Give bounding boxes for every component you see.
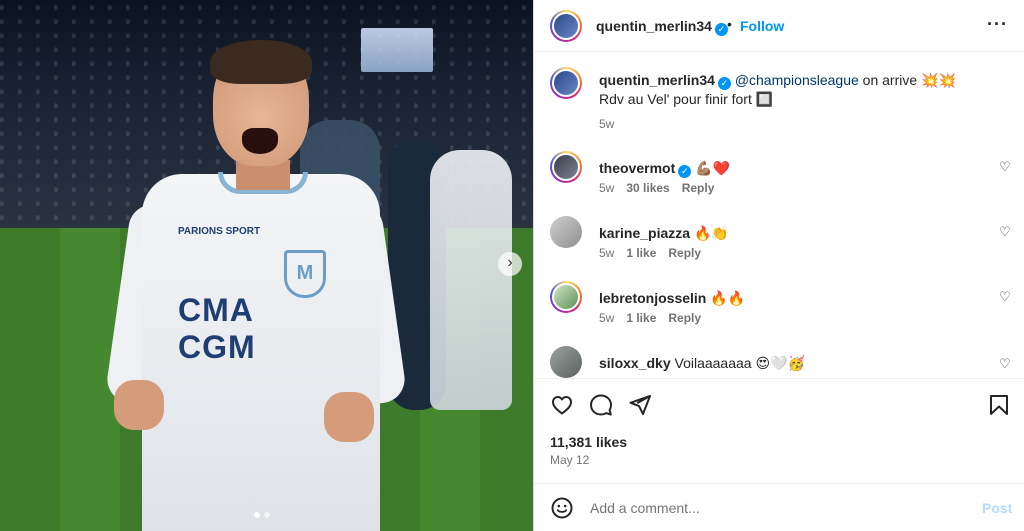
comment-meta: 5w 1 like Reply [599, 246, 702, 260]
post-sidebar: quentin_merlin34 ✓ • Follow ··· quentin_m… [533, 0, 1024, 531]
comment-item: theovermot ✓ 💪🏽❤️ 5w 30 likes Reply ♡ [550, 151, 1011, 207]
mention-link[interactable]: @championsleague [735, 72, 859, 88]
verified-icon: ✓ [714, 23, 728, 36]
caption-time[interactable]: 5w [599, 117, 614, 131]
carousel-dots [254, 512, 270, 518]
comment-icon[interactable] [589, 393, 613, 417]
commenter-avatar[interactable] [550, 281, 582, 313]
author-username[interactable]: quentin_merlin34 ✓ [596, 18, 728, 36]
left-fist [114, 380, 164, 430]
comment-text: lebretonjosselin 🔥🔥 [599, 290, 746, 306]
post-photo[interactable]: PARIONS SPORT M CMA CGM › [0, 0, 533, 531]
author-avatar[interactable] [550, 10, 582, 42]
comment-item: siloxx_dky Voilaaaaaaa 😍🤍🥳 ♡ [550, 346, 1011, 378]
carousel-dot [254, 512, 260, 518]
post-date[interactable]: May 12 [550, 453, 589, 467]
separator-dot: • [727, 16, 732, 32]
follow-button[interactable]: Follow [740, 18, 784, 34]
jersey-sponsor-small: PARIONS SPORT [178, 226, 261, 237]
commenter-avatar[interactable] [550, 346, 582, 378]
background-player [430, 150, 512, 410]
author-avatar[interactable] [550, 67, 582, 99]
reply-button[interactable]: Reply [668, 311, 701, 325]
jersey-sponsor: CMA CGM [178, 292, 256, 365]
main-player: PARIONS SPORT M CMA CGM [104, 40, 408, 531]
player-hair [210, 40, 312, 84]
verified-icon: ✓ [717, 77, 731, 90]
commenter-avatar[interactable] [550, 151, 582, 183]
comment-composer: Post [534, 483, 1024, 531]
comment-meta: 5w 1 like Reply [599, 311, 702, 325]
reply-button[interactable]: Reply [682, 181, 715, 195]
heart-icon[interactable]: ♡ [999, 159, 1011, 175]
emoji-icon[interactable] [550, 496, 574, 520]
heart-icon[interactable]: ♡ [999, 224, 1011, 240]
verified-icon: ✓ [678, 165, 692, 178]
commenter-avatar[interactable] [550, 216, 582, 248]
post-button[interactable]: Post [982, 500, 1012, 516]
heart-icon[interactable] [550, 393, 574, 417]
more-icon[interactable]: ··· [987, 14, 1008, 35]
player-mouth [242, 128, 278, 154]
heart-icon[interactable]: ♡ [999, 356, 1011, 372]
action-bar [534, 378, 1024, 430]
caption-meta: 5w [599, 117, 614, 131]
caption-entry: quentin_merlin34 ✓ @championsleague on ar… [550, 67, 1010, 137]
post-header: quentin_merlin34 ✓ • Follow ··· [534, 0, 1024, 52]
caption-text: quentin_merlin34 ✓ @championsleague on ar… [599, 72, 956, 107]
club-crest: M [284, 250, 326, 298]
bookmark-icon[interactable] [987, 393, 1011, 417]
comment-item: lebretonjosselin 🔥🔥 5w 1 like Reply ♡ [550, 281, 1011, 337]
likes-count[interactable]: 11,381 likes [550, 434, 627, 450]
comment-meta: 5w 30 likes Reply [599, 181, 715, 195]
comment-input[interactable] [590, 500, 950, 516]
share-icon[interactable] [628, 393, 652, 417]
chevron-right-icon[interactable]: › [498, 252, 522, 276]
right-fist [324, 392, 374, 442]
comment-text: theovermot ✓ 💪🏽❤️ [599, 160, 730, 178]
carousel-dot [264, 512, 270, 518]
reply-button[interactable]: Reply [668, 246, 701, 260]
comments-list[interactable]: quentin_merlin34 ✓ @championsleague on ar… [534, 53, 1024, 378]
comment-text: karine_piazza 🔥👏 [599, 225, 729, 241]
comment-text: siloxx_dky Voilaaaaaaa 😍🤍🥳 [599, 355, 805, 371]
heart-icon[interactable]: ♡ [999, 289, 1011, 305]
comment-item: karine_piazza 🔥👏 5w 1 like Reply ♡ [550, 216, 1011, 272]
